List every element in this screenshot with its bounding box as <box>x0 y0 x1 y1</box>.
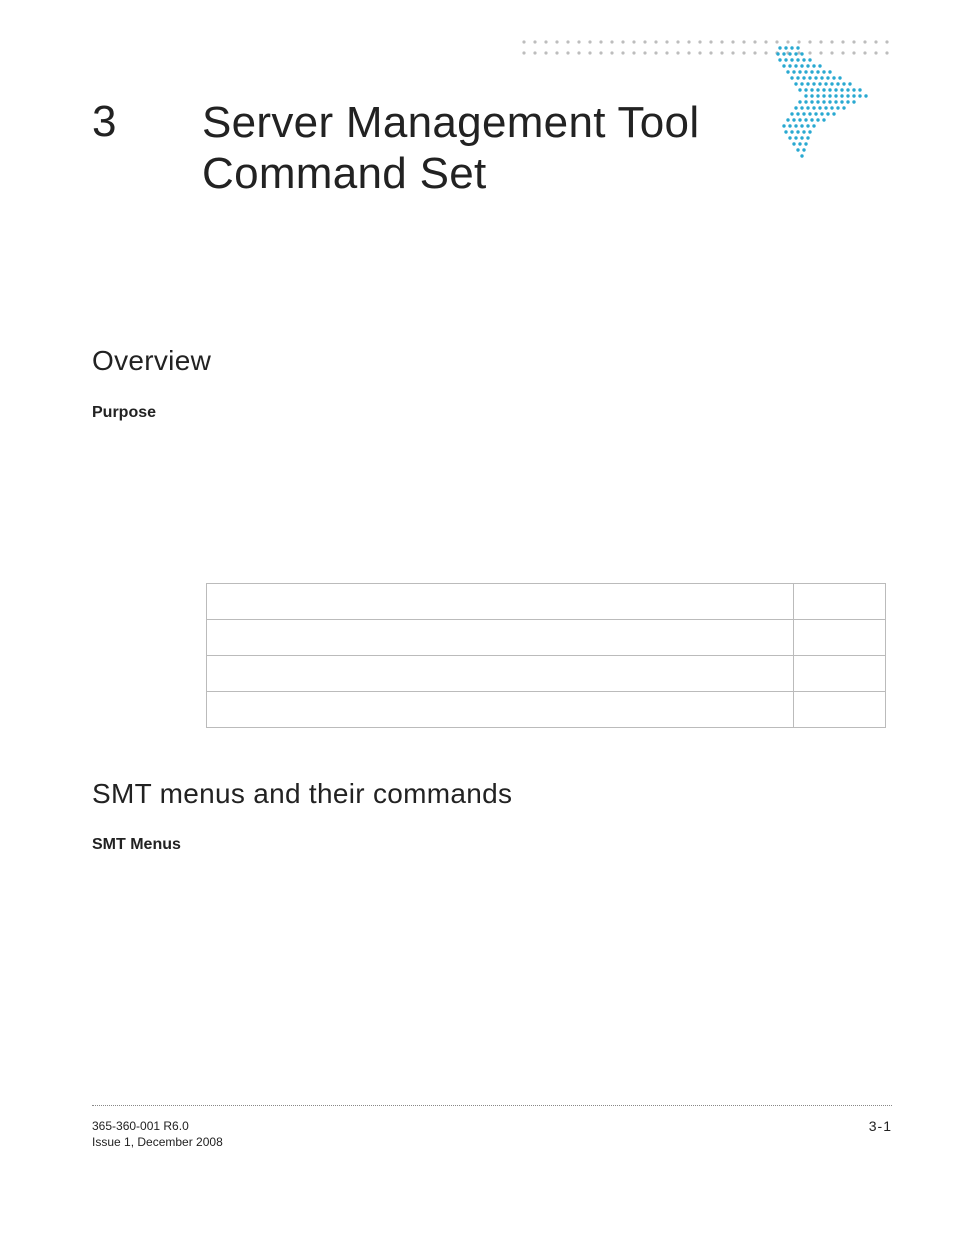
toc-page-cell <box>793 656 885 692</box>
chapter-header: 3 Server Management Tool Command Set <box>92 98 892 199</box>
document-page: 3 Server Management Tool Command Set Ove… <box>0 0 954 1235</box>
footer-divider <box>92 1105 892 1106</box>
footer-page-number: 3-1 <box>869 1118 892 1134</box>
subheading-purpose: Purpose <box>92 404 156 422</box>
toc-title-cell <box>207 584 794 620</box>
section-heading-smt: SMT menus and their commands <box>92 778 512 810</box>
footer-doc-id: 365-360-001 R6.0 <box>92 1118 223 1134</box>
toc-title-cell <box>207 656 794 692</box>
toc-page-cell <box>793 584 885 620</box>
table-row <box>207 620 886 656</box>
toc-page-cell <box>793 692 885 728</box>
toc-title-cell <box>207 620 794 656</box>
section-heading-overview: Overview <box>92 345 211 377</box>
toc-title-cell <box>207 692 794 728</box>
footer-left: 365-360-001 R6.0 Issue 1, December 2008 <box>92 1118 223 1150</box>
footer-issue: Issue 1, December 2008 <box>92 1134 223 1150</box>
table-row <box>207 692 886 728</box>
toc-page-cell <box>793 620 885 656</box>
chapter-number: 3 <box>92 98 202 146</box>
subheading-smt-menus: SMT Menus <box>92 836 181 854</box>
table-row <box>207 656 886 692</box>
contents-table <box>206 583 886 728</box>
table-row <box>207 584 886 620</box>
chapter-title: Server Management Tool Command Set <box>202 98 762 199</box>
